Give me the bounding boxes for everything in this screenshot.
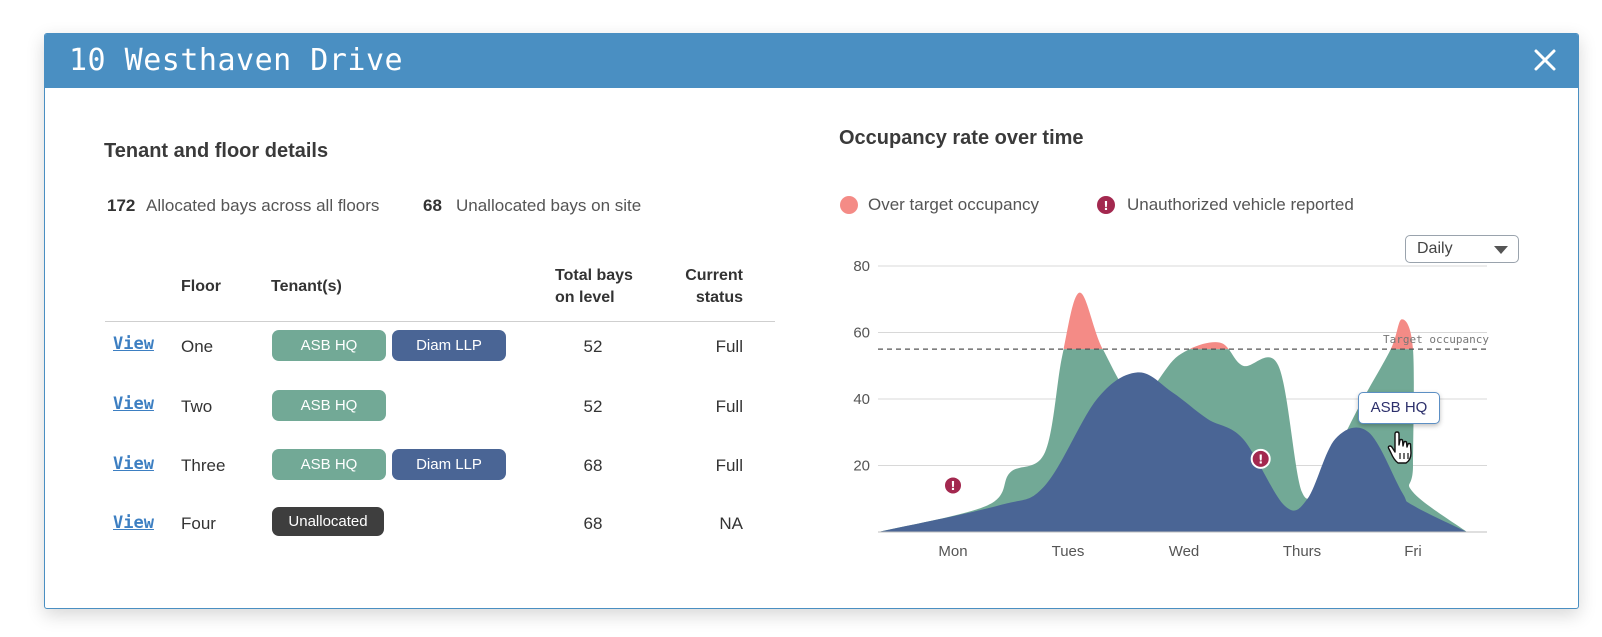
alert-marker-glyph: ! — [950, 479, 955, 493]
x-tick-label: Mon — [938, 543, 967, 560]
series-tooltip: ASB HQ — [1358, 392, 1440, 424]
x-tick-label: Wed — [1169, 543, 1200, 560]
y-tick-label: 80 — [853, 258, 870, 275]
alert-icon: ! — [943, 475, 963, 496]
x-tick-label: Tues — [1052, 543, 1085, 560]
building-modal: 10 Westhaven Drive Tenant and floor deta… — [44, 33, 1579, 609]
x-tick-label: Fri — [1404, 543, 1422, 560]
alert-icon: ! — [1250, 448, 1271, 469]
alert-marker-glyph: ! — [1258, 452, 1263, 466]
occupancy-chart: 20 40 60 80 Target occupancy Mon Tues Wed Thurs F… — [853, 258, 1489, 560]
x-tick-label: Thurs — [1283, 543, 1321, 560]
target-label: Target occupancy — [1383, 333, 1489, 346]
y-tick-label: 20 — [853, 458, 870, 475]
y-tick-label: 40 — [853, 391, 870, 408]
hand-cursor-icon — [1385, 431, 1415, 465]
y-tick-label: 60 — [853, 325, 870, 342]
